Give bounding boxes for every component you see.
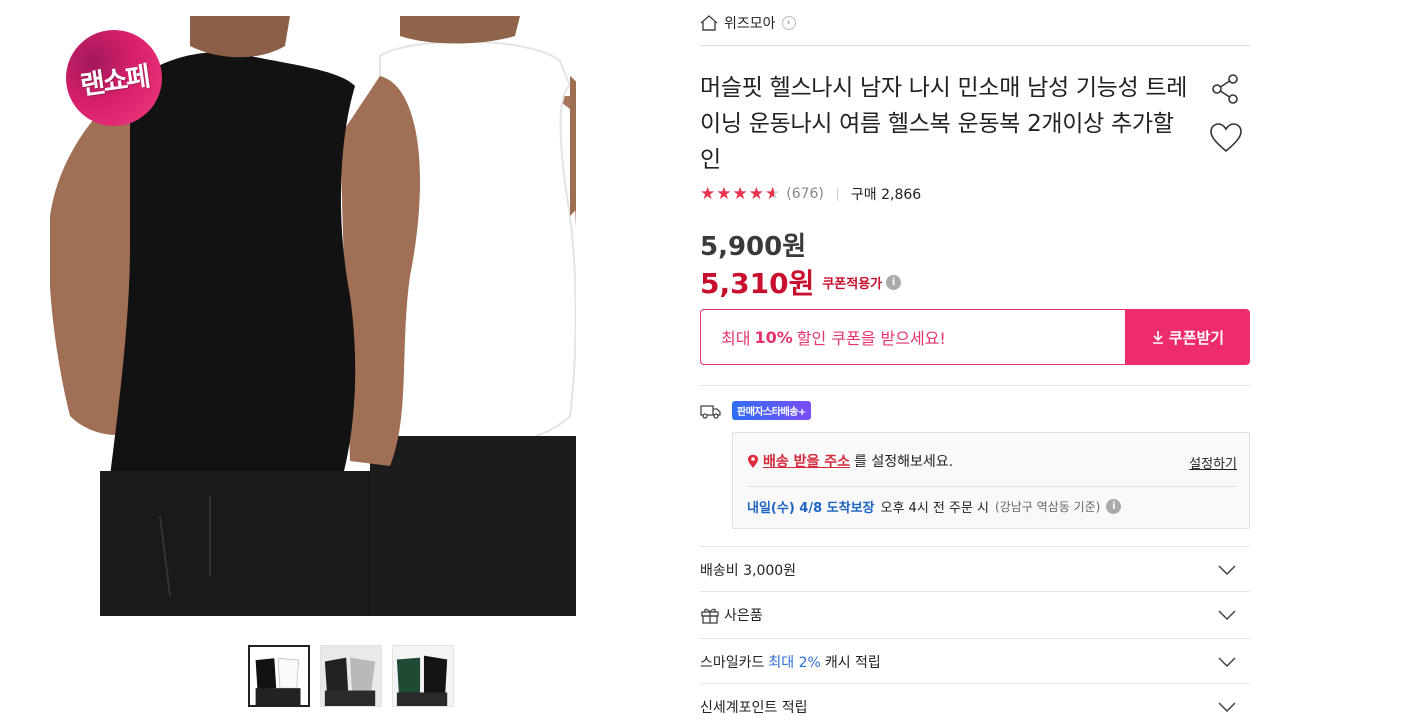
info-icon[interactable]: i — [1106, 499, 1122, 514]
smilecard-suffix: 캐시 적립 — [824, 654, 881, 671]
review-count[interactable]: (676) — [786, 186, 824, 202]
thumbnail-2[interactable] — [320, 645, 382, 707]
share-icon[interactable] — [1210, 72, 1242, 108]
divider — [836, 187, 838, 201]
star-delivery-badge: 판매자스타배송+ — [732, 401, 811, 420]
download-icon — [1152, 331, 1163, 344]
chevron-down-icon — [1218, 564, 1236, 575]
accordion-smilecard[interactable]: 스마일카드 최대 2% 캐시 적립 — [700, 638, 1250, 684]
accordion-shipping-fee[interactable]: 배송비 3,000원 — [700, 546, 1250, 592]
star-rating: ★ ★ ★ ★ ★ — [700, 184, 780, 204]
smilecard-prefix: 스마일카드 — [700, 654, 765, 671]
chevron-down-icon — [1218, 701, 1236, 712]
get-coupon-label: 쿠폰받기 — [1168, 328, 1225, 347]
delivery-address-box: 배송 받을 주소 를 설정해보세요. 설정하기 내일(수) 4/8 도착보장 오후… — [732, 432, 1250, 529]
delivery-divider — [747, 486, 1237, 487]
coupon-suffix: 할인 쿠폰을 받으세요! — [796, 329, 946, 348]
truck-icon — [700, 404, 721, 419]
star-icon: ★ — [748, 184, 764, 204]
star-icon: ★ — [716, 184, 732, 204]
thumbnail-1-image — [250, 647, 308, 705]
shipping-fee-label: 배송비 3,000원 — [700, 562, 797, 579]
eta-date: 내일(수) 4/8 도착보장 — [747, 501, 875, 516]
product-title: 머슬핏 헬스나시 남자 나시 민소매 남성 기능성 트레이닝 운동나시 여름 헬… — [700, 75, 1188, 173]
sale-price-row: 5,310원 쿠폰적용가 i — [700, 262, 902, 302]
heart-icon[interactable] — [1209, 122, 1243, 158]
gift-icon — [701, 608, 719, 624]
accordion-shinsegae-point[interactable]: 신세계포인트 적립 — [700, 683, 1250, 726]
original-price: 5,900원 — [700, 232, 807, 262]
chevron-down-icon — [1218, 656, 1236, 667]
accordion-gift[interactable]: 사은품 — [700, 591, 1250, 637]
thumbnail-2-image — [321, 646, 381, 706]
star-half-icon: ★ — [765, 184, 781, 204]
thumbnail-list — [248, 645, 454, 707]
address-link[interactable]: 배송 받을 주소 — [763, 451, 850, 471]
brand-badge-text: 랜쇼페 — [78, 60, 151, 102]
coupon-message: 최대 10% 할인 쿠폰을 받으세요! — [700, 309, 1126, 365]
chevron-down-icon — [1218, 609, 1236, 620]
sale-price: 5,310원 — [700, 267, 815, 300]
thumbnail-1[interactable] — [248, 645, 310, 707]
delivery-eta: 내일(수) 4/8 도착보장 오후 4시 전 주문 시 (강남구 역삼동 기준) … — [747, 497, 1122, 516]
coupon-prefix: 최대 — [721, 329, 751, 348]
smilecard-highlight: 최대 2% — [768, 654, 821, 671]
eta-cutoff: 오후 4시 전 주문 시 — [880, 501, 990, 516]
thumbnail-3[interactable] — [392, 645, 454, 707]
product-info-panel: 위즈모아 › 머슬핏 헬스나시 남자 나시 민소매 남성 기능성 트레이닝 운동… — [700, 0, 1250, 716]
rating-row: ★ ★ ★ ★ ★ (676) 구매 2,866 — [700, 184, 921, 204]
location-pin-icon — [748, 454, 758, 468]
eta-area: (강남구 역삼동 기준) — [995, 500, 1101, 514]
star-icon: ★ — [732, 184, 748, 204]
coupon-banner: 최대 10% 할인 쿠폰을 받으세요! 쿠폰받기 — [700, 309, 1250, 365]
home-icon — [700, 14, 718, 31]
gift-row-left: 사은품 — [700, 605, 763, 625]
coupon-price-label-text: 쿠폰적용가 — [822, 276, 883, 292]
set-address-link[interactable]: 설정하기 — [1189, 453, 1237, 472]
star-icon: ★ — [700, 184, 716, 204]
store-breadcrumb[interactable]: 위즈모아 › — [700, 0, 1250, 46]
shinsegae-label: 신세계포인트 적립 — [700, 699, 808, 716]
store-name[interactable]: 위즈모아 — [724, 13, 776, 33]
smilecard-row-left: 스마일카드 최대 2% 캐시 적립 — [700, 652, 881, 672]
thumbnail-3-image — [393, 646, 453, 706]
address-suffix: 를 설정해보세요. — [854, 454, 954, 470]
section-divider — [700, 385, 1250, 386]
chevron-right-icon: › — [781, 15, 796, 30]
delivery-header: 판매자스타배송+ — [700, 401, 811, 420]
purchase-count: 구매 2,866 — [850, 187, 922, 203]
info-icon[interactable]: i — [886, 274, 902, 290]
coupon-percent: 10% — [754, 327, 793, 347]
gift-label: 사은품 — [724, 607, 763, 624]
coupon-price-label: 쿠폰적용가 i — [822, 273, 902, 292]
address-prompt: 배송 받을 주소 를 설정해보세요. — [747, 451, 953, 471]
get-coupon-button[interactable]: 쿠폰받기 — [1125, 309, 1250, 365]
